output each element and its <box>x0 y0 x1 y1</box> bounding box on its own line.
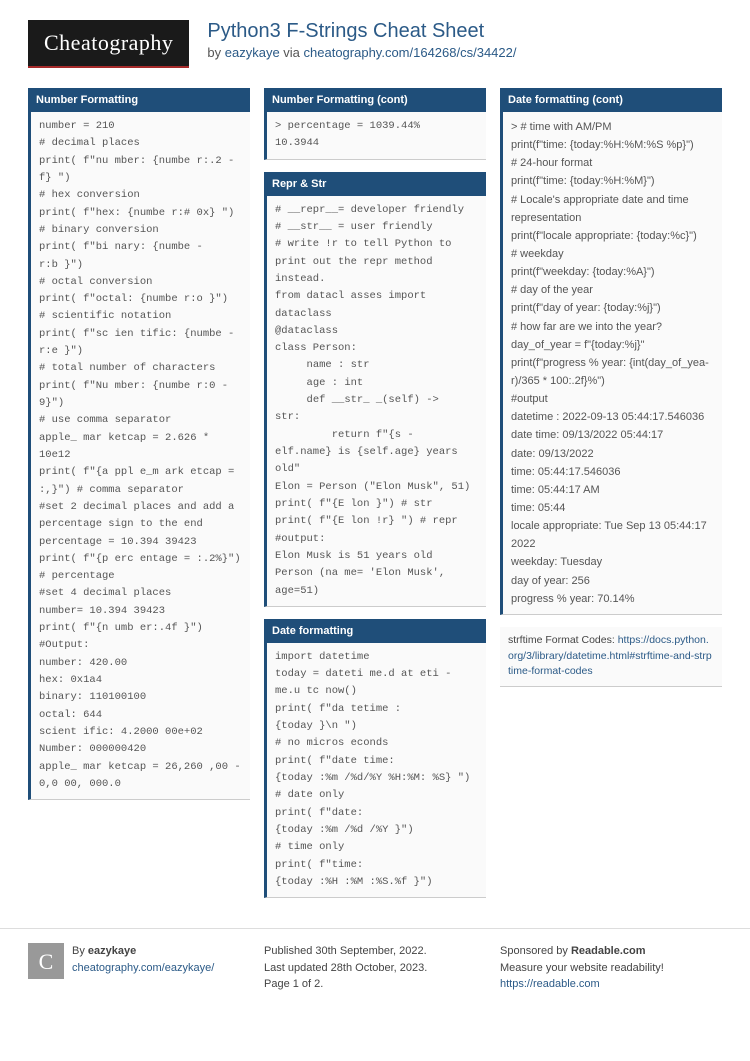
block-date-formatting: Date formatting import datetime today = … <box>264 619 486 898</box>
page-header: Cheatography Python3 F-Strings Cheat She… <box>0 0 750 78</box>
avatar: C <box>28 943 64 979</box>
footer-sponsor-link[interactable]: https://readable.com <box>500 978 600 990</box>
block-repr-str: Repr & Str # __repr__= developer friendl… <box>264 172 486 607</box>
column-2: Number Formatting (cont) > percentage = … <box>264 88 486 910</box>
strftime-note: strftime Format Codes: https://docs.pyth… <box>500 627 722 687</box>
footer-tagline: Measure your website readability! <box>500 962 664 974</box>
via-label: via <box>280 45 304 60</box>
code-block: # __repr__= developer friendly # __str__… <box>264 196 486 607</box>
text-block: > # time with AM/PM print(f"time: {today… <box>500 112 722 615</box>
footer-author-link[interactable]: cheatography.com/eazykaye/ <box>72 962 214 974</box>
cheatography-logo: Cheatography <box>28 20 189 68</box>
page-title: Python3 F-Strings Cheat Sheet <box>207 20 516 43</box>
code-block: number = 210 # decimal places print( f"n… <box>28 112 250 800</box>
content-columns: Number Formatting number = 210 # decimal… <box>0 78 750 928</box>
block-number-formatting-cont: Number Formatting (cont) > percentage = … <box>264 88 486 160</box>
footer-sponsor: Sponsored by Readable.com Measure your w… <box>500 943 722 993</box>
byline: by eazykaye via cheatography.com/164268/… <box>207 45 516 60</box>
author-link[interactable]: eazykaye <box>225 45 280 60</box>
block-header: Repr & Str <box>264 172 486 196</box>
by-label: by <box>207 45 224 60</box>
footer-updated: Last updated 28th October, 2023. <box>264 962 427 974</box>
footer-author-name: eazykaye <box>88 945 136 957</box>
block-header: Number Formatting <box>28 88 250 112</box>
footer-meta: Published 30th September, 2022. Last upd… <box>264 943 486 993</box>
source-link[interactable]: cheatography.com/164268/cs/34422/ <box>304 45 517 60</box>
footer-by: By <box>72 945 88 957</box>
column-3: Date formatting (cont) > # time with AM/… <box>500 88 722 910</box>
footer-published: Published 30th September, 2022. <box>264 945 427 957</box>
footer-author: C By eazykaye cheatography.com/eazykaye/ <box>28 943 250 993</box>
footer-page: Page 1 of 2. <box>264 978 323 990</box>
header-text: Python3 F-Strings Cheat Sheet by eazykay… <box>207 20 516 60</box>
footer-sponsor-name: Readable.com <box>571 945 646 957</box>
block-date-formatting-cont: Date formatting (cont) > # time with AM/… <box>500 88 722 615</box>
block-header: Date formatting <box>264 619 486 643</box>
block-header: Number Formatting (cont) <box>264 88 486 112</box>
column-1: Number Formatting number = 210 # decimal… <box>28 88 250 910</box>
code-block: import datetime today = dateti me.d at e… <box>264 643 486 898</box>
block-header: Date formatting (cont) <box>500 88 722 112</box>
block-number-formatting: Number Formatting number = 210 # decimal… <box>28 88 250 800</box>
note-label: strftime Format Codes: <box>508 634 618 646</box>
page-footer: C By eazykaye cheatography.com/eazykaye/… <box>0 928 750 1013</box>
code-block: > percentage = 1039.44% 10.3944 <box>264 112 486 160</box>
footer-sponsoredby: Sponsored by <box>500 945 571 957</box>
